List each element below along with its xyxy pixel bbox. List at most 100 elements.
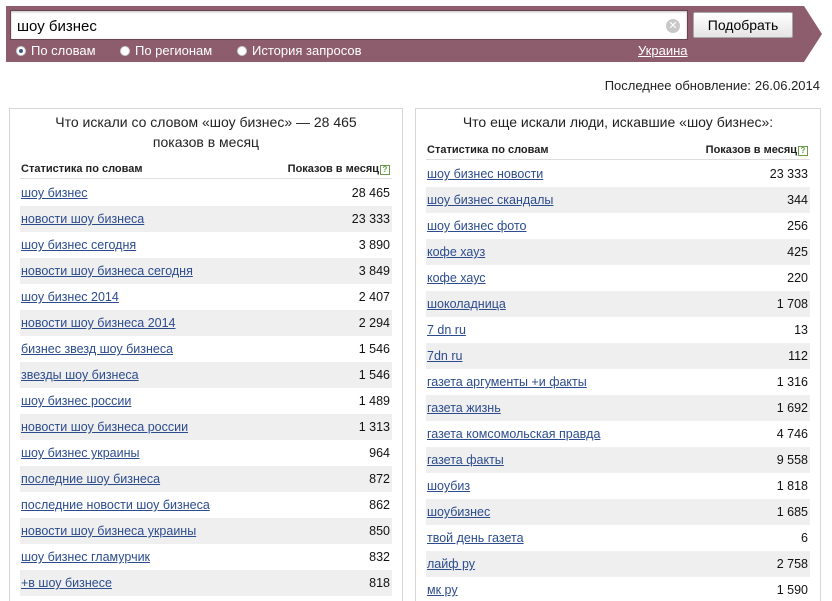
panel-title: Что искали со словом «шоу бизнес» — 28 4… xyxy=(55,114,357,150)
panel-words-statistics: Что искали со словом «шоу бизнес» — 28 4… xyxy=(9,108,403,601)
radio-unchecked-icon[interactable] xyxy=(237,46,247,56)
keyword-link[interactable]: газета комсомольская правда xyxy=(427,427,600,441)
keyword-link[interactable]: шоу бизнес скандалы xyxy=(427,193,553,207)
impressions-count: 2 294 xyxy=(358,316,390,330)
table-row: газета аргументы +и факты 1 316 xyxy=(426,369,810,395)
impressions-count: 112 xyxy=(788,349,808,363)
help-icon[interactable]: ? xyxy=(798,146,808,156)
keyword-link[interactable]: шоубизнес xyxy=(427,505,490,519)
table-row: звезды шоу бизнеса 1 546 xyxy=(20,362,392,388)
impressions-count: 23 333 xyxy=(769,167,808,181)
panel-title: Что еще искали люди, искавшие «шоу бизне… xyxy=(462,114,774,130)
keyword-link[interactable]: новости шоу бизнеса сегодня xyxy=(21,264,193,278)
impressions-count: 1 546 xyxy=(358,342,390,356)
impressions-count: 4 746 xyxy=(776,427,808,441)
impressions-count: 1 692 xyxy=(776,401,808,415)
radio-unchecked-icon[interactable] xyxy=(120,46,130,56)
keyword-link[interactable]: новости шоу бизнеса россии xyxy=(21,420,188,434)
impressions-count: 1 316 xyxy=(776,375,808,389)
table-header: Статистика по словам Показов в месяц? xyxy=(20,159,392,179)
column-keyword: Статистика по словам xyxy=(427,144,549,156)
radio-label: История запросов xyxy=(252,43,362,58)
radio-by-regions[interactable]: По регионам xyxy=(120,43,212,58)
table-row: 7dn ru 112 xyxy=(426,343,810,369)
keyword-link[interactable]: последние новости шоу бизнеса xyxy=(21,498,210,512)
keyword-link[interactable]: мк ру xyxy=(427,583,458,597)
impressions-count: 6 xyxy=(801,531,808,545)
keyword-link[interactable]: 7 dn ru xyxy=(427,323,466,337)
impressions-count: 220 xyxy=(787,271,808,285)
radio-label: По словам xyxy=(31,43,96,58)
keyword-link[interactable]: лайф ру xyxy=(427,557,475,571)
table-row: шоу бизнес новости 23 333 xyxy=(426,161,810,187)
keyword-link[interactable]: бизнес звезд шоу бизнеса xyxy=(21,342,173,356)
keyword-link[interactable]: газета факты xyxy=(427,453,504,467)
keyword-link[interactable]: шоу бизнес сегодня xyxy=(21,238,136,252)
radio-by-words[interactable]: По словам xyxy=(16,43,96,58)
table-row: бизнес звезд шоу бизнеса 1 546 xyxy=(20,336,392,362)
table-row: газета факты 9 558 xyxy=(426,447,810,473)
table-row: шоколадница 1 708 xyxy=(426,291,810,317)
keyword-link[interactable]: последние шоу бизнеса xyxy=(21,472,160,486)
table-row: новости шоу бизнеса сегодня 3 849 xyxy=(20,258,392,284)
impressions-count: 1 590 xyxy=(776,583,808,597)
keyword-link[interactable]: новости шоу бизнеса украины xyxy=(21,524,196,538)
keyword-link[interactable]: кофе хаус xyxy=(427,271,486,285)
impressions-count: 1 313 xyxy=(358,420,390,434)
keyword-link[interactable]: кофе хауз xyxy=(427,245,485,259)
table-row: шоу бизнес 28 465 xyxy=(20,180,392,206)
table-row: шоубизнес 1 685 xyxy=(426,499,810,525)
impressions-count: 832 xyxy=(369,550,390,564)
help-icon[interactable]: ? xyxy=(380,165,390,175)
table-row: газета комсомольская правда 4 746 xyxy=(426,421,810,447)
impressions-count: 9 558 xyxy=(776,453,808,467)
keyword-link[interactable]: шоу бизнес новости xyxy=(427,167,543,181)
keyword-link[interactable]: шоубиз xyxy=(427,479,470,493)
search-input[interactable] xyxy=(17,16,657,36)
impressions-count: 1 685 xyxy=(776,505,808,519)
radio-query-history[interactable]: История запросов xyxy=(237,43,362,58)
keyword-link[interactable]: шоу бизнес xyxy=(21,186,88,200)
table-row: последние новости шоу бизнеса 862 xyxy=(20,492,392,518)
table-row: новости шоу бизнеса 2014 2 294 xyxy=(20,310,392,336)
table-row: новости шоу бизнеса 23 333 xyxy=(20,206,392,232)
close-circle-icon[interactable]: ✕ xyxy=(666,19,680,33)
impressions-count: 1 546 xyxy=(358,368,390,382)
impressions-count: 850 xyxy=(369,524,390,538)
search-field[interactable]: ✕ xyxy=(10,10,688,40)
keyword-link[interactable]: газета жизнь xyxy=(427,401,501,415)
last-updated-date: 26.06.2014 xyxy=(754,78,820,93)
impressions-count: 13 xyxy=(794,323,808,337)
search-bar-arrow xyxy=(804,6,822,62)
impressions-count: 2 758 xyxy=(776,557,808,571)
keyword-link[interactable]: +в шоу бизнесе xyxy=(21,576,112,590)
table-row: шоу бизнес фото 256 xyxy=(426,213,810,239)
column-count-label: Показов в месяц xyxy=(287,163,379,175)
keyword-link[interactable]: шоу бизнес украины xyxy=(21,446,140,460)
table-row: шоу бизнес украины 964 xyxy=(20,440,392,466)
last-updated: Последнее обновление: 26.06.2014 xyxy=(605,78,820,93)
keyword-link[interactable]: шоу бизнес 2014 xyxy=(21,290,119,304)
impressions-count: 1 708 xyxy=(776,297,808,311)
radio-checked-icon[interactable] xyxy=(16,46,26,56)
keyword-link[interactable]: шоу бизнес гламурчик xyxy=(21,550,150,564)
keyword-link[interactable]: шоколадница xyxy=(427,297,506,311)
keyword-link[interactable]: шоу бизнес фото xyxy=(427,219,527,233)
table-row: кофе хаус 220 xyxy=(426,265,810,291)
keyword-table: шоу бизнес 28 465 новости шоу бизнеса 23 33… xyxy=(20,180,392,596)
keyword-link[interactable]: звезды шоу бизнеса xyxy=(21,368,139,382)
keyword-link[interactable]: 7dn ru xyxy=(427,349,462,363)
region-link[interactable]: Украина xyxy=(638,43,688,58)
keyword-link[interactable]: газета аргументы +и факты xyxy=(427,375,587,389)
keyword-link[interactable]: новости шоу бизнеса xyxy=(21,212,144,226)
panel-related-queries: Что еще искали люди, искавшие «шоу бизне… xyxy=(415,108,821,601)
keyword-link[interactable]: новости шоу бизнеса 2014 xyxy=(21,316,176,330)
table-row: шоу бизнес россии 1 489 xyxy=(20,388,392,414)
keyword-link[interactable]: шоу бизнес россии xyxy=(21,394,131,408)
impressions-count: 2 407 xyxy=(358,290,390,304)
radio-label: По регионам xyxy=(135,43,213,58)
submit-button[interactable]: Подобрать xyxy=(693,12,793,38)
keyword-link[interactable]: твой день газета xyxy=(427,531,524,545)
table-row: лайф ру 2 758 xyxy=(426,551,810,577)
table-row: новости шоу бизнеса россии 1 313 xyxy=(20,414,392,440)
